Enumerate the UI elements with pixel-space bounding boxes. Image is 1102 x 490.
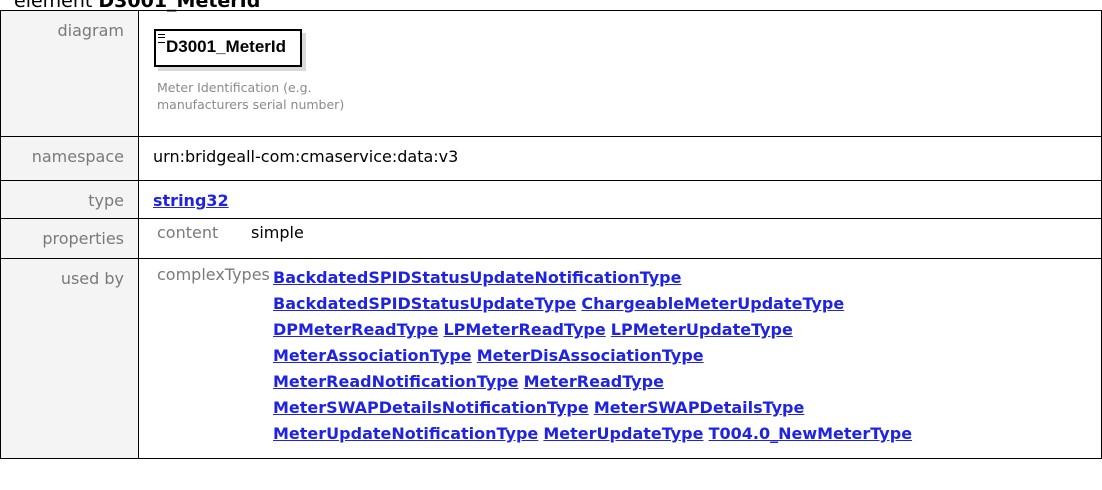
used-by-link[interactable]: T004.0_NewMeterType	[709, 424, 912, 443]
used-by-link[interactable]: MeterSWAPDetailsType	[594, 398, 805, 417]
used-by-link[interactable]: MeterUpdateNotificationType	[273, 424, 538, 443]
used-by-link[interactable]: MeterReadNotificationType	[273, 372, 519, 391]
used-by-link[interactable]: ChargeableMeterUpdateType	[581, 294, 844, 313]
element-doc-table: diagram D3001_MeterId Meter Identificati…	[0, 10, 1102, 459]
properties-value: simple	[251, 223, 304, 242]
used-by-link[interactable]: BackdatedSPIDStatusUpdateNotificationTyp…	[273, 268, 681, 287]
used-by-link[interactable]: LPMeterReadType	[443, 320, 605, 339]
properties-key: content	[157, 223, 219, 242]
element-lines-icon	[158, 34, 165, 43]
used-by-link[interactable]: MeterReadType	[524, 372, 664, 391]
properties-row: properties content simple	[0, 218, 1102, 259]
used-by-row: used by complexTypes BackdatedSPIDStatus…	[0, 258, 1102, 459]
used-by-link[interactable]: DPMeterReadType	[273, 320, 438, 339]
used-by-link[interactable]: MeterDisAssociationType	[477, 346, 704, 365]
used-by-cell: complexTypes BackdatedSPIDStatusUpdateNo…	[138, 258, 1102, 459]
properties-label: properties	[0, 218, 139, 259]
diagram-label: diagram	[0, 10, 139, 137]
type-link[interactable]: string32	[153, 191, 229, 210]
diagram-description: Meter Identification (e.g. manufacturers…	[157, 80, 345, 112]
used-by-label: used by	[0, 258, 139, 459]
used-by-link[interactable]: BackdatedSPIDStatusUpdateType	[273, 294, 576, 313]
used-by-link[interactable]: MeterSWAPDetailsNotificationType	[273, 398, 589, 417]
element-diagram-box[interactable]: D3001_MeterId	[154, 29, 303, 67]
used-by-link[interactable]: LPMeterUpdateType	[611, 320, 793, 339]
namespace-row: namespace urn:bridgeall-com:cmaservice:d…	[0, 136, 1102, 181]
used-by-links: BackdatedSPIDStatusUpdateNotificationTyp…	[273, 265, 933, 447]
diagram-cell: D3001_MeterId Meter Identification (e.g.…	[138, 10, 1102, 137]
namespace-label: namespace	[0, 136, 139, 181]
used-by-link[interactable]: MeterUpdateType	[543, 424, 703, 443]
type-label: type	[0, 180, 139, 219]
namespace-value: urn:bridgeall-com:cmaservice:data:v3	[138, 136, 1102, 181]
diagram-element-name: D3001_MeterId	[166, 37, 287, 56]
properties-cell: content simple	[138, 218, 1102, 259]
used-by-link[interactable]: MeterAssociationType	[273, 346, 472, 365]
used-by-key: complexTypes	[157, 265, 270, 284]
diagram-row: diagram D3001_MeterId Meter Identificati…	[0, 10, 1102, 137]
type-row: type string32	[0, 180, 1102, 219]
